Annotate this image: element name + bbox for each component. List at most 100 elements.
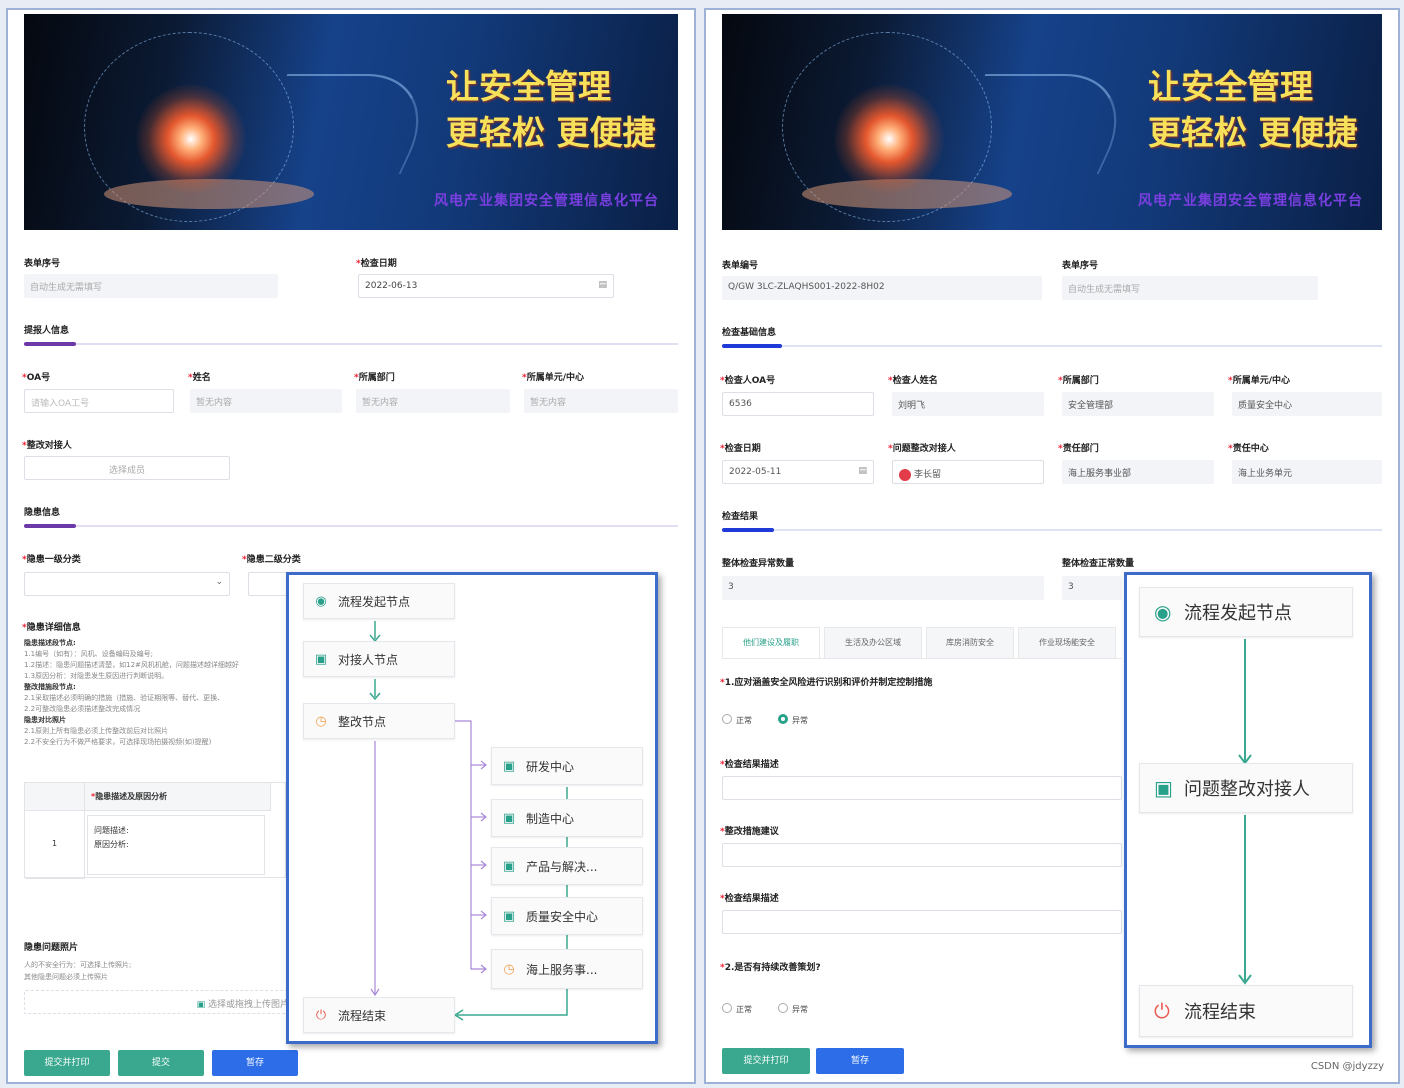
result-desc2-input[interactable] (722, 910, 1122, 934)
left-form-panel: 让安全管理 更轻松 更便捷 风电产业集团安全管理信息化平台 表单序号 自动生成无… (6, 8, 696, 1084)
cat1-select[interactable]: ⌄ (24, 572, 230, 596)
flow-node-label: 流程发起节点 (338, 594, 411, 609)
dept-input[interactable]: 安全管理部 (1062, 392, 1214, 416)
table-row-textarea[interactable]: 问题描述: 原因分析: (87, 815, 265, 875)
tab-warehouse-fire[interactable]: 库房消防安全 (926, 627, 1014, 659)
flow-node-end[interactable]: ⏻ 流程结束 (1139, 985, 1353, 1037)
rectify-person-select[interactable]: 选择成员 (24, 456, 230, 480)
submit-print-button[interactable]: 提交并打印 (24, 1050, 110, 1076)
flow-node-label: 制造中心 (526, 811, 575, 826)
result-desc-input[interactable] (722, 776, 1122, 800)
check-date-input[interactable]: 2022-05-11 ▤ (722, 460, 874, 484)
q2-normal-label: 正常 (736, 1005, 752, 1014)
banner-platform-name: 风电产业集团安全管理信息化平台 (434, 193, 659, 209)
cat2-select[interactable] (248, 572, 288, 596)
flow-node-branch[interactable]: ▣ 制造中心 (491, 799, 643, 837)
rectify-suggest-label: 整改措施建议 (720, 824, 779, 837)
normal-count-input[interactable]: 3 (1062, 576, 1122, 600)
play-circle-icon: ◉ (1154, 600, 1172, 624)
flow-node-end[interactable]: ⏻ 流程结束 (303, 997, 455, 1033)
save-draft-button[interactable]: 暂存 (816, 1048, 904, 1074)
q2-normal-radio[interactable] (722, 1003, 732, 1013)
tab-safety-duty[interactable]: 他们建设及履职 (722, 627, 820, 659)
flow-node-branch[interactable]: ▣ 研发中心 (491, 747, 643, 785)
help-line: 2.2可整改隐患必须描述整改完成情况 (24, 705, 141, 713)
inspector-name-input[interactable]: 刘明飞 (892, 392, 1044, 416)
flow-node-label: 流程发起节点 (1184, 603, 1292, 624)
detail-label: 隐患详细信息 (22, 620, 81, 633)
submit-button[interactable]: 提交 (118, 1050, 204, 1076)
flow-node-branch[interactable]: ◷ 海上服务事... (491, 949, 643, 989)
check-date-input[interactable]: 2022-06-13 ▤ (358, 274, 614, 298)
result-desc-label: 检查结果描述 (720, 757, 779, 770)
tab-office-area[interactable]: 生活及办公区域 (824, 627, 922, 659)
form-no-input[interactable]: 自动生成无需填写 (24, 274, 278, 298)
help-line: 2.2不安全行为不做严格要求，可选择现场拍摄视频(如)提醒) (24, 738, 212, 746)
flow-node-branch[interactable]: ▣ 产品与解决... (491, 847, 643, 885)
question1-label: 1.应对涵盖安全风险进行识别和评价并制定控制措施 (720, 675, 933, 688)
q1-abnormal-radio[interactable] (778, 714, 788, 724)
tab-work-site[interactable]: 作业现场能安全 (1018, 627, 1116, 659)
form-no-label: 表单序号 (24, 259, 61, 269)
flow-node-label: 海上服务事... (526, 962, 598, 977)
avatar (899, 468, 911, 481)
workflow-diagram: ◉ 流程发起节点 ▣ 对接人节点 ◷ 整改节点 ▣ 研发中心 ▣ 制造中心 ▣ 产品与解决.… (286, 572, 658, 1044)
banner-title-line2: 更轻松 更便捷 (1148, 113, 1358, 152)
section-accent-bar (722, 528, 774, 532)
reporter-section-title: 提报人信息 (24, 326, 70, 336)
flow-node-contact[interactable]: ▣ 对接人节点 (303, 641, 455, 677)
save-draft-button[interactable]: 暂存 (212, 1050, 298, 1076)
banner-glow-graphic (136, 84, 246, 194)
unit-input[interactable]: 质量安全中心 (1232, 392, 1382, 416)
flow-node-label: 质量安全中心 (526, 909, 599, 924)
q2-abnormal-label: 异常 (792, 1005, 808, 1014)
oa-input[interactable]: 请输入OA工号 (24, 389, 174, 413)
check-date-value: 2022-06-13 (365, 281, 418, 291)
inspector-oa-input[interactable]: 6536 (722, 392, 874, 416)
resp-center-input[interactable]: 海上业务单元 (1232, 460, 1382, 484)
dept-input[interactable]: 暂无内容 (356, 389, 510, 413)
checklist-icon: ▣ (502, 810, 516, 826)
flow-node-branch[interactable]: ▣ 质量安全中心 (491, 897, 643, 935)
check-date-label: 检查日期 (720, 441, 761, 454)
table-row-line1: 问题描述: (94, 826, 129, 835)
issue-person-select[interactable]: 李长留 (892, 460, 1044, 484)
banner-title-line2: 更轻松 更便捷 (446, 113, 656, 152)
abnormal-count-input[interactable]: 3 (722, 576, 1044, 600)
table-header-cell: *隐患描述及原因分析 (85, 783, 271, 811)
calendar-icon[interactable]: ▤ (598, 280, 607, 290)
rectify-suggest-input[interactable] (722, 843, 1122, 867)
submit-print-button[interactable]: 提交并打印 (722, 1048, 810, 1074)
q1-normal-radio[interactable] (722, 714, 732, 724)
resp-center-label: 责任中心 (1228, 441, 1269, 454)
section-divider (24, 525, 678, 527)
cat2-label: 隐患二级分类 (242, 552, 301, 565)
section-divider (24, 343, 678, 345)
flow-node-start[interactable]: ◉ 流程发起节点 (303, 583, 455, 619)
form-no-input[interactable]: Q/GW 3LC-ZLAQHS001-2022-8H02 (722, 276, 1042, 300)
unit-input[interactable]: 暂无内容 (524, 389, 678, 413)
flow-node-rectify[interactable]: ◷ 整改节点 (303, 703, 455, 739)
flow-node-start[interactable]: ◉ 流程发起节点 (1139, 587, 1353, 637)
flow-node-label: 流程结束 (338, 1008, 387, 1023)
hazard-section-title: 隐患信息 (24, 508, 61, 518)
workflow-diagram: ◉ 流程发起节点 ▣ 问题整改对接人 ⏻ 流程结束 (1124, 572, 1372, 1048)
q1-abnormal-label: 异常 (792, 716, 808, 725)
rectify-person-label: 整改对接人 (22, 438, 72, 451)
banner-platform-name: 风电产业集团安全管理信息化平台 (1138, 193, 1363, 209)
flow-node-label: 研发中心 (526, 759, 575, 774)
upload-label: 选择或拖拽上传图片 (207, 1000, 289, 1010)
calendar-icon[interactable]: ▤ (858, 466, 867, 476)
flow-node-contact[interactable]: ▣ 问题整改对接人 (1139, 763, 1353, 813)
name-input[interactable]: 暂无内容 (190, 389, 342, 413)
upload-dropzone[interactable]: ▣ 选择或拖拽上传图片 (24, 990, 294, 1014)
cat1-label: 隐患一级分类 (22, 552, 81, 565)
hazard-table: *隐患描述及原因分析 1 问题描述: 原因分析: (24, 782, 286, 879)
resp-dept-input[interactable]: 海上服务事业部 (1062, 460, 1214, 484)
form-seq-input[interactable]: 自动生成无需填写 (1062, 276, 1318, 300)
checklist-icon: ▣ (502, 758, 516, 774)
checklist-icon: ▣ (502, 858, 516, 874)
q2-abnormal-radio[interactable] (778, 1003, 788, 1013)
inspector-oa-label: 检查人OA号 (720, 373, 775, 386)
result-desc2-label: 检查结果描述 (720, 891, 779, 904)
